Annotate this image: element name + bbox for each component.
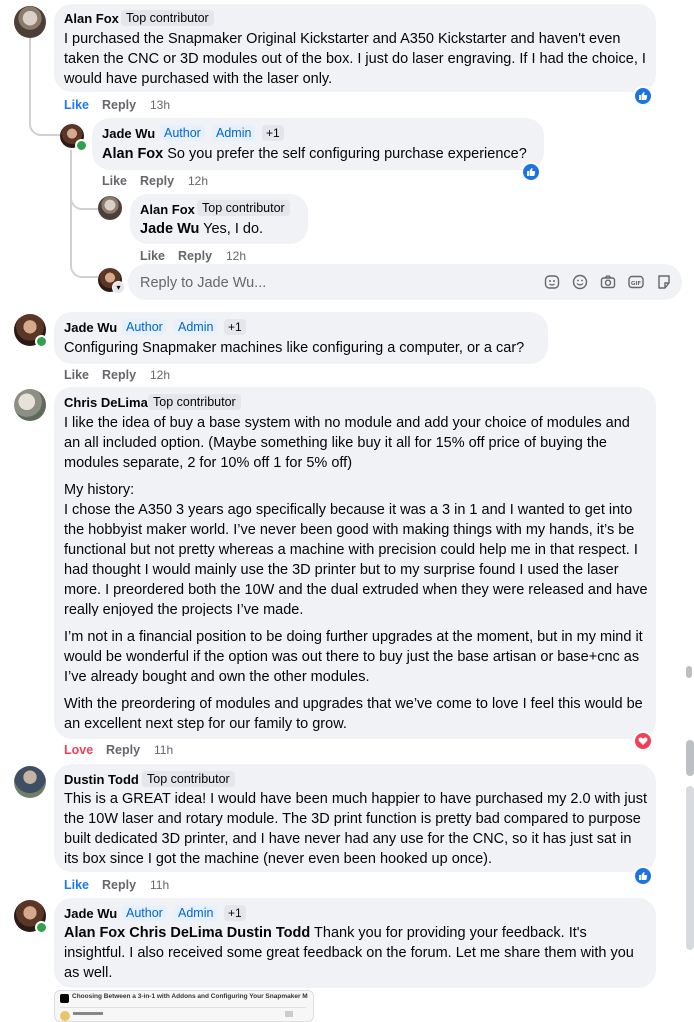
avatar[interactable] bbox=[14, 766, 46, 798]
reply-button[interactable]: Reply bbox=[140, 174, 174, 188]
thread-connector bbox=[29, 104, 61, 136]
online-status-indicator bbox=[75, 139, 88, 152]
mention-link[interactable]: Alan Fox Chris DeLima Dustin Todd bbox=[64, 925, 310, 941]
comment-text: I purchased the Snapmaker Original Kicks… bbox=[64, 31, 646, 87]
scrollbar-track[interactable] bbox=[686, 786, 694, 950]
admin-badge: Admin bbox=[174, 905, 218, 921]
like-button[interactable]: Like bbox=[102, 174, 127, 188]
comment-author[interactable]: Alan Fox bbox=[64, 11, 119, 26]
stickers-icon[interactable] bbox=[655, 273, 673, 291]
scrollbar-thumb[interactable] bbox=[686, 740, 694, 776]
comment-paragraph: With the preordering of modules and upgr… bbox=[64, 696, 643, 732]
author-badge: Author bbox=[122, 905, 167, 921]
reply-button[interactable]: Reply bbox=[102, 98, 136, 112]
timestamp[interactable]: 13h bbox=[150, 98, 170, 112]
avatar[interactable] bbox=[14, 6, 46, 38]
thread-connector bbox=[70, 190, 98, 210]
top-contributor-badge: Top contributor bbox=[197, 200, 290, 216]
scrollbar-arrow[interactable] bbox=[686, 666, 692, 678]
comment-text: Configuring Snapmaker machines like conf… bbox=[64, 340, 525, 356]
svg-text:GIF: GIF bbox=[631, 281, 642, 287]
top-contributor-badge: Top contributor bbox=[121, 10, 214, 26]
online-status-indicator bbox=[35, 921, 48, 934]
mention-link[interactable]: Jade Wu bbox=[140, 221, 199, 237]
divider bbox=[60, 1007, 306, 1008]
comment-author[interactable]: Jade Wu bbox=[102, 126, 155, 141]
preview-icon bbox=[285, 1011, 293, 1017]
comment-author[interactable]: Chris DeLima bbox=[64, 395, 148, 410]
like-button[interactable]: Like bbox=[64, 878, 89, 892]
timestamp[interactable]: 12h bbox=[188, 174, 208, 188]
top-contributor-badge: Top contributor bbox=[142, 771, 235, 787]
comment-paragraph: I like the idea of buy a base system wit… bbox=[64, 415, 630, 471]
timestamp[interactable]: 11h bbox=[154, 743, 173, 757]
timestamp[interactable]: 12h bbox=[150, 368, 170, 382]
timestamp[interactable]: 12h bbox=[226, 249, 246, 263]
reply-button[interactable]: Reply bbox=[102, 878, 136, 892]
attachment-preview[interactable]: Choosing Between a 3-in-1 with Addons an… bbox=[54, 990, 314, 1022]
top-contributor-badge: Top contributor bbox=[148, 394, 241, 410]
like-reaction-icon[interactable] bbox=[521, 162, 541, 182]
comment-text: Jade Wu Yes, I do. bbox=[140, 219, 263, 239]
sticker-icon[interactable] bbox=[543, 273, 561, 291]
more-badges[interactable]: +1 bbox=[224, 319, 246, 335]
admin-badge: Admin bbox=[212, 125, 256, 141]
more-badges[interactable]: +1 bbox=[224, 905, 246, 921]
love-button[interactable]: Love bbox=[64, 743, 93, 757]
comment-text: Alan Fox Chris DeLima Dustin Todd Thank … bbox=[64, 923, 649, 983]
like-reaction-icon[interactable] bbox=[633, 866, 653, 886]
admin-badge: Admin bbox=[174, 319, 218, 335]
avatar[interactable] bbox=[98, 196, 122, 220]
reply-placeholder: Reply to Jade Wu... bbox=[140, 275, 267, 291]
camera-icon[interactable] bbox=[599, 273, 617, 291]
online-status-indicator bbox=[35, 335, 48, 348]
like-button[interactable]: Like bbox=[64, 98, 89, 112]
avatar bbox=[60, 1011, 70, 1021]
like-button[interactable]: Like bbox=[64, 368, 89, 382]
author-badge: Author bbox=[160, 125, 205, 141]
comment-text-body: Yes, I do. bbox=[203, 221, 264, 237]
emoji-icon[interactable] bbox=[571, 273, 589, 291]
author-badge: Author bbox=[122, 319, 167, 335]
reply-button[interactable]: Reply bbox=[106, 743, 140, 757]
gif-icon[interactable]: GIF bbox=[627, 273, 645, 291]
avatar[interactable] bbox=[14, 389, 46, 421]
comment-paragraph: My history: I chose the A350 3 years ago… bbox=[64, 482, 648, 616]
attachment-title: Choosing Between a 3-in-1 with Addons an… bbox=[72, 993, 308, 1000]
forum-logo-icon bbox=[60, 994, 69, 1003]
chevron-down-icon[interactable]: ▾ bbox=[112, 281, 125, 294]
mention-link[interactable]: Alan Fox bbox=[102, 146, 163, 162]
reply-button[interactable]: Reply bbox=[178, 249, 212, 263]
comment-author[interactable]: Jade Wu bbox=[64, 320, 117, 335]
timestamp[interactable]: 11h bbox=[150, 878, 169, 892]
like-button[interactable]: Like bbox=[140, 249, 165, 263]
comment-text: This is a GREAT idea! I would have been … bbox=[64, 791, 647, 867]
comment-author[interactable]: Dustin Todd bbox=[64, 772, 139, 787]
comment-paragraph: I’m not in a financial position to be do… bbox=[64, 629, 643, 685]
heart-reaction-icon[interactable] bbox=[633, 731, 653, 751]
thread-connector bbox=[70, 258, 98, 278]
comment-author[interactable]: Alan Fox bbox=[140, 202, 195, 217]
like-reaction-icon[interactable] bbox=[633, 86, 653, 106]
comment-text-body: So you prefer the self configuring purch… bbox=[167, 146, 527, 162]
more-badges[interactable]: +1 bbox=[262, 125, 284, 141]
comment-author[interactable]: Jade Wu bbox=[64, 906, 117, 921]
comment-text: Alan Fox So you prefer the self configur… bbox=[102, 144, 542, 164]
preview-text-line bbox=[73, 1012, 103, 1015]
reply-button[interactable]: Reply bbox=[102, 368, 136, 382]
